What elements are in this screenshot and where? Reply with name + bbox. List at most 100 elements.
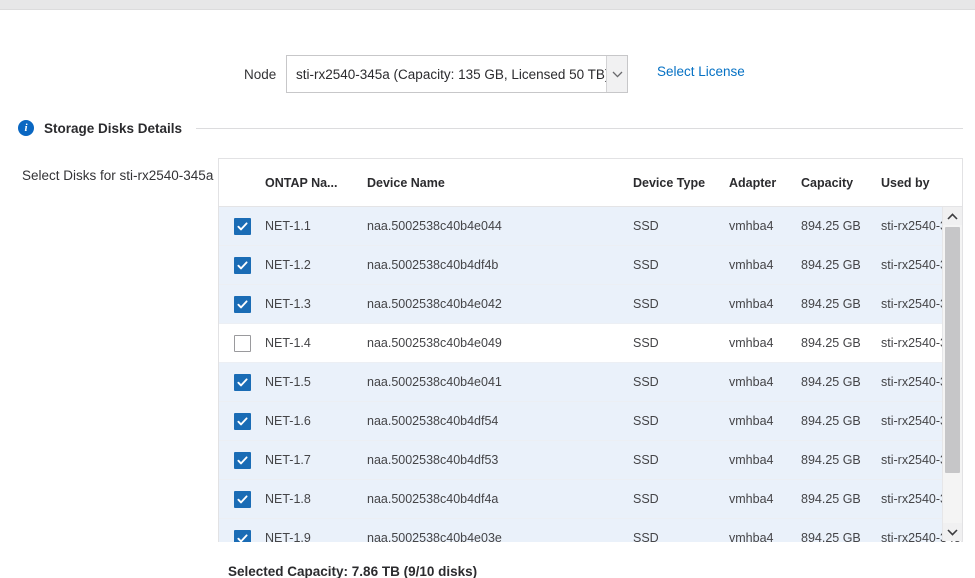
- cell-device-type: SSD: [633, 453, 729, 467]
- node-selector-row: Node sti-rx2540-345a (Capacity: 135 GB, …: [0, 55, 975, 95]
- cell-ontap-name: NET-1.2: [261, 258, 367, 272]
- cell-adapter: vmhba4: [729, 453, 801, 467]
- cell-ontap-name: NET-1.5: [261, 375, 367, 389]
- section-title: Storage Disks Details: [44, 121, 182, 136]
- checkbox-checked-icon[interactable]: [234, 530, 251, 543]
- checkbox-unchecked-icon[interactable]: [234, 335, 251, 352]
- cell-capacity: 894.25 GB: [801, 336, 881, 350]
- cell-device-name: naa.5002538c40b4e03e: [367, 531, 633, 542]
- table-header-row: ONTAP Na... Device Name Device Type Adap…: [219, 159, 962, 207]
- column-header-adapter[interactable]: Adapter: [729, 176, 801, 190]
- row-checkbox-cell[interactable]: [219, 413, 261, 430]
- cell-device-type: SSD: [633, 375, 729, 389]
- checkbox-checked-icon[interactable]: [234, 374, 251, 391]
- cell-adapter: vmhba4: [729, 219, 801, 233]
- cell-capacity: 894.25 GB: [801, 297, 881, 311]
- checkbox-checked-icon[interactable]: [234, 452, 251, 469]
- cell-adapter: vmhba4: [729, 492, 801, 506]
- cell-capacity: 894.25 GB: [801, 492, 881, 506]
- cell-device-name: naa.5002538c40b4df4b: [367, 258, 633, 272]
- cell-capacity: 894.25 GB: [801, 258, 881, 272]
- chevron-down-icon[interactable]: [943, 523, 962, 541]
- table-row[interactable]: NET-1.8naa.5002538c40b4df4aSSDvmhba4894.…: [219, 480, 942, 519]
- cell-capacity: 894.25 GB: [801, 453, 881, 467]
- checkbox-checked-icon[interactable]: [234, 257, 251, 274]
- table-vertical-scrollbar[interactable]: [942, 207, 962, 541]
- cell-adapter: vmhba4: [729, 531, 801, 542]
- node-select-value[interactable]: sti-rx2540-345a (Capacity: 135 GB, Licen…: [287, 56, 606, 92]
- cell-ontap-name: NET-1.1: [261, 219, 367, 233]
- column-header-used-by[interactable]: Used by: [881, 176, 963, 190]
- selected-capacity-text: Selected Capacity: 7.86 TB (9/10 disks): [228, 564, 477, 578]
- cell-device-name: naa.5002538c40b4e044: [367, 219, 633, 233]
- select-disks-label: Select Disks for sti-rx2540-345a: [22, 168, 213, 183]
- cell-device-name: naa.5002538c40b4df54: [367, 414, 633, 428]
- row-checkbox-cell[interactable]: [219, 452, 261, 469]
- chevron-down-icon[interactable]: [606, 56, 627, 92]
- window-top-strip: [0, 0, 975, 10]
- cell-capacity: 894.25 GB: [801, 531, 881, 542]
- cell-device-type: SSD: [633, 258, 729, 272]
- cell-device-type: SSD: [633, 219, 729, 233]
- cell-ontap-name: NET-1.6: [261, 414, 367, 428]
- node-label: Node: [244, 67, 276, 82]
- checkbox-checked-icon[interactable]: [234, 218, 251, 235]
- table-row[interactable]: NET-1.5naa.5002538c40b4e041SSDvmhba4894.…: [219, 363, 942, 402]
- storage-disks-page: Node sti-rx2540-345a (Capacity: 135 GB, …: [0, 0, 975, 578]
- cell-ontap-name: NET-1.4: [261, 336, 367, 350]
- table-row[interactable]: NET-1.9naa.5002538c40b4e03eSSDvmhba4894.…: [219, 519, 942, 542]
- cell-device-type: SSD: [633, 336, 729, 350]
- cell-ontap-name: NET-1.7: [261, 453, 367, 467]
- row-checkbox-cell[interactable]: [219, 296, 261, 313]
- cell-device-type: SSD: [633, 531, 729, 542]
- cell-capacity: 894.25 GB: [801, 375, 881, 389]
- info-circle-icon: i: [18, 120, 34, 136]
- table-row[interactable]: NET-1.3naa.5002538c40b4e042SSDvmhba4894.…: [219, 285, 942, 324]
- cell-device-name: naa.5002538c40b4e041: [367, 375, 633, 389]
- column-header-device-name[interactable]: Device Name: [367, 176, 633, 190]
- table-row[interactable]: NET-1.4naa.5002538c40b4e049SSDvmhba4894.…: [219, 324, 942, 363]
- cell-device-type: SSD: [633, 297, 729, 311]
- cell-adapter: vmhba4: [729, 336, 801, 350]
- cell-adapter: vmhba4: [729, 414, 801, 428]
- select-license-link[interactable]: Select License: [657, 64, 745, 79]
- table-row[interactable]: NET-1.1naa.5002538c40b4e044SSDvmhba4894.…: [219, 207, 942, 246]
- column-header-device-type[interactable]: Device Type: [633, 176, 729, 190]
- cell-adapter: vmhba4: [729, 297, 801, 311]
- column-header-ontap-name[interactable]: ONTAP Na...: [261, 176, 367, 190]
- row-checkbox-cell[interactable]: [219, 218, 261, 235]
- cell-device-name: naa.5002538c40b4e042: [367, 297, 633, 311]
- cell-ontap-name: NET-1.3: [261, 297, 367, 311]
- row-checkbox-cell[interactable]: [219, 335, 261, 352]
- cell-device-type: SSD: [633, 414, 729, 428]
- scrollbar-thumb[interactable]: [945, 227, 960, 473]
- table-row[interactable]: NET-1.6naa.5002538c40b4df54SSDvmhba4894.…: [219, 402, 942, 441]
- cell-adapter: vmhba4: [729, 375, 801, 389]
- row-checkbox-cell[interactable]: [219, 257, 261, 274]
- table-body-viewport: NET-1.1naa.5002538c40b4e044SSDvmhba4894.…: [219, 207, 962, 542]
- storage-disks-details-header: i Storage Disks Details: [18, 118, 963, 138]
- cell-capacity: 894.25 GB: [801, 414, 881, 428]
- disks-table: ONTAP Na... Device Name Device Type Adap…: [218, 158, 963, 542]
- table-body: NET-1.1naa.5002538c40b4e044SSDvmhba4894.…: [219, 207, 962, 542]
- row-checkbox-cell[interactable]: [219, 491, 261, 508]
- column-header-capacity[interactable]: Capacity: [801, 176, 881, 190]
- cell-ontap-name: NET-1.8: [261, 492, 367, 506]
- checkbox-checked-icon[interactable]: [234, 413, 251, 430]
- cell-device-name: naa.5002538c40b4df4a: [367, 492, 633, 506]
- cell-device-name: naa.5002538c40b4df53: [367, 453, 633, 467]
- checkbox-checked-icon[interactable]: [234, 296, 251, 313]
- checkbox-checked-icon[interactable]: [234, 491, 251, 508]
- node-select[interactable]: sti-rx2540-345a (Capacity: 135 GB, Licen…: [286, 55, 628, 93]
- table-row[interactable]: NET-1.7naa.5002538c40b4df53SSDvmhba4894.…: [219, 441, 942, 480]
- cell-device-type: SSD: [633, 492, 729, 506]
- cell-ontap-name: NET-1.9: [261, 531, 367, 542]
- section-divider: [196, 128, 963, 129]
- chevron-up-icon[interactable]: [943, 207, 962, 225]
- row-checkbox-cell[interactable]: [219, 530, 261, 543]
- table-row[interactable]: NET-1.2naa.5002538c40b4df4bSSDvmhba4894.…: [219, 246, 942, 285]
- cell-device-name: naa.5002538c40b4e049: [367, 336, 633, 350]
- cell-adapter: vmhba4: [729, 258, 801, 272]
- row-checkbox-cell[interactable]: [219, 374, 261, 391]
- cell-capacity: 894.25 GB: [801, 219, 881, 233]
